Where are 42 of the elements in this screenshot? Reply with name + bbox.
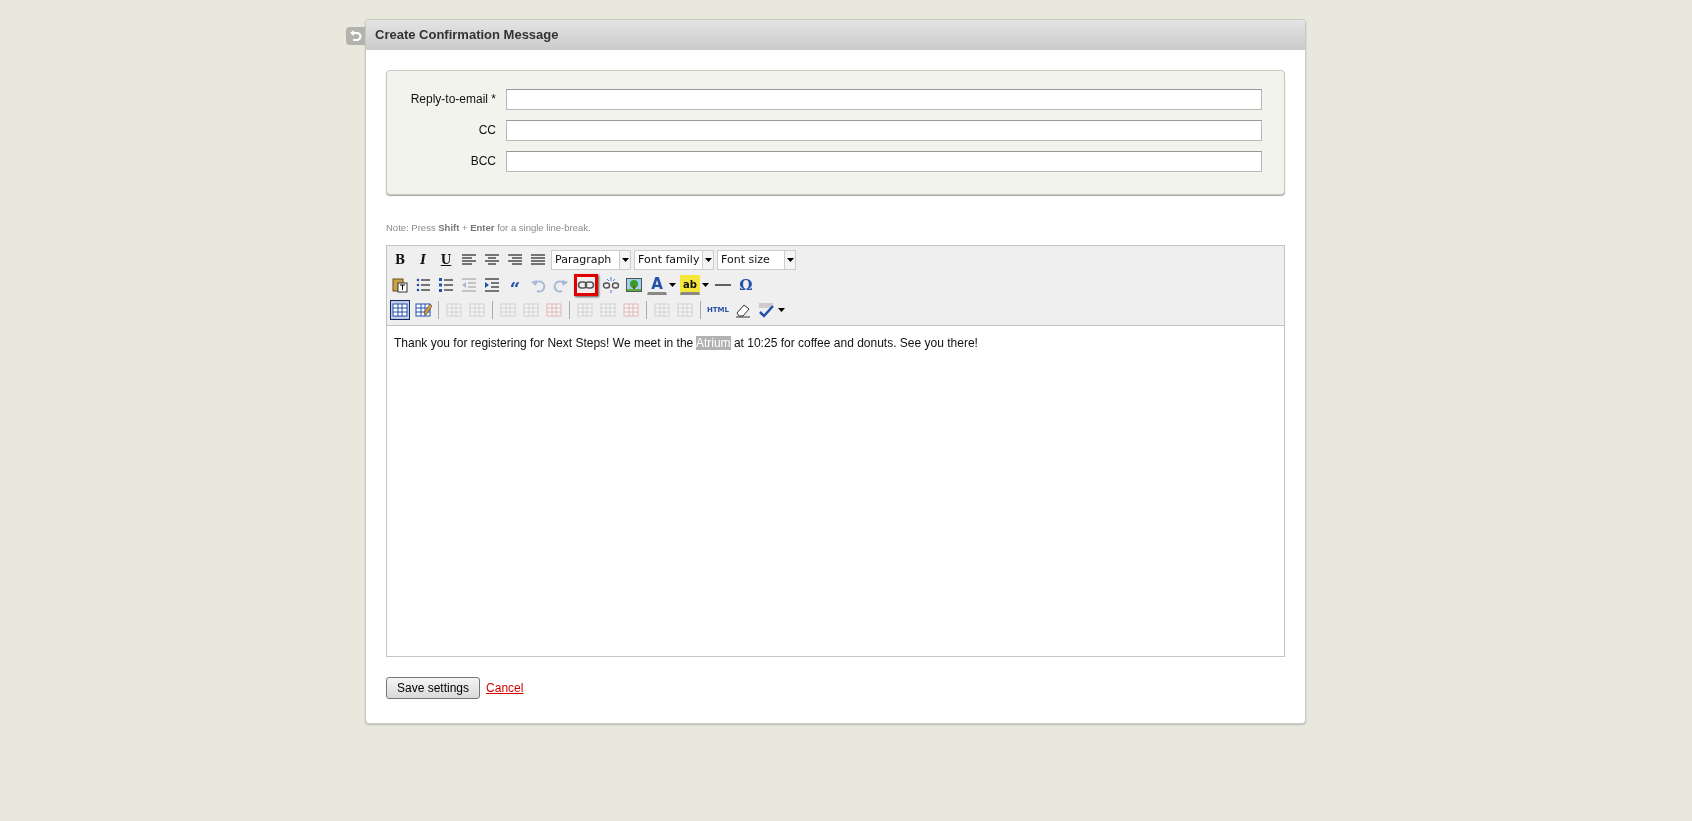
horizontal-rule-icon bbox=[714, 284, 732, 287]
back-button[interactable] bbox=[346, 27, 365, 45]
toolbar-button[interactable] bbox=[601, 275, 621, 296]
panel-title: Create Confirmation Message bbox=[366, 20, 1305, 50]
caret-icon bbox=[704, 258, 712, 263]
field-label: CC bbox=[477, 122, 497, 139]
table-edit-icon bbox=[414, 301, 432, 320]
caret-icon bbox=[669, 282, 676, 288]
table-icon bbox=[391, 301, 409, 320]
message-text: Thank you for registering for Next Steps! We meet in the Atrium at 10:25 for coffee and donuts. See you there! bbox=[394, 334, 979, 352]
save-button[interactable]: Save settings bbox=[386, 676, 481, 699]
numbered-list-icon bbox=[437, 276, 455, 295]
paste-icon bbox=[391, 276, 409, 295]
input-field[interactable] bbox=[506, 150, 1262, 172]
bold-button[interactable]: B bbox=[390, 250, 410, 271]
italic-button[interactable]: I bbox=[413, 250, 433, 271]
field-label: BCC bbox=[469, 153, 497, 170]
underline-button[interactable]: U bbox=[436, 250, 456, 271]
toolbar-button[interactable]: “ bbox=[505, 275, 525, 296]
note-text: Note: Press Shift + Enter for a single line-break. bbox=[386, 220, 592, 235]
field-label: Reply-to-email * bbox=[409, 91, 497, 108]
picture-icon bbox=[625, 276, 643, 295]
caret-icon bbox=[621, 258, 629, 263]
input-field[interactable] bbox=[506, 88, 1262, 110]
dropdown[interactable]: Font family bbox=[634, 250, 714, 271]
caret-icon bbox=[702, 282, 709, 288]
toolbar-button[interactable] bbox=[574, 274, 598, 297]
cancel-link[interactable]: Cancel bbox=[486, 678, 524, 697]
toolbar-button[interactable] bbox=[390, 300, 410, 321]
dropdown[interactable]: Paragraph bbox=[551, 250, 631, 271]
indent-icon bbox=[483, 276, 501, 295]
spellcheck-icon bbox=[757, 301, 775, 320]
toolbar-button[interactable]: Ω bbox=[736, 275, 756, 296]
unlink-icon bbox=[602, 276, 620, 295]
outdent-icon bbox=[460, 276, 478, 295]
toolbar-button[interactable]: A bbox=[647, 275, 667, 296]
caret-icon bbox=[778, 307, 785, 313]
editor-body[interactable]: Thank you for registering for Next Steps! We meet in the Atrium at 10:25 for coffee and donuts. See you there! bbox=[387, 325, 1284, 656]
toolbar-button[interactable]: ab bbox=[680, 275, 700, 296]
dropdown[interactable]: Font size bbox=[717, 250, 796, 271]
caret-icon bbox=[786, 258, 794, 263]
input-field[interactable] bbox=[506, 119, 1262, 141]
